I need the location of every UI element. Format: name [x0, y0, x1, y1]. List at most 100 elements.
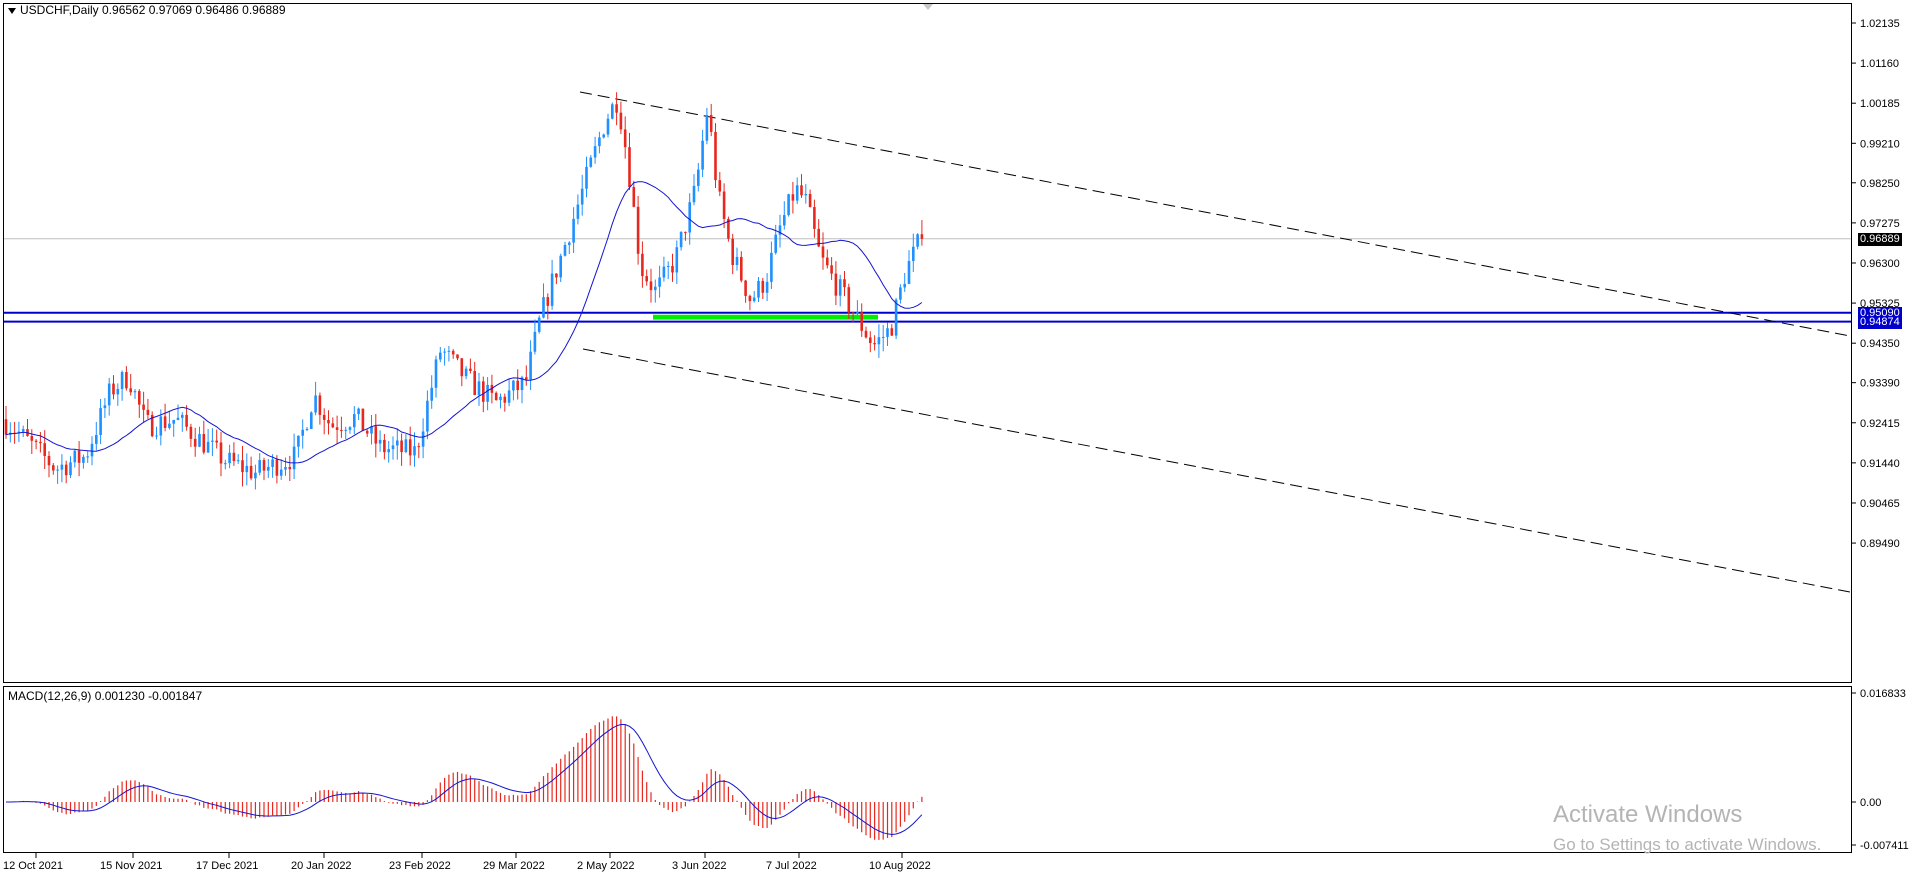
candle-body: [21, 429, 25, 432]
date-tick-label: 12 Oct 2021: [3, 860, 63, 872]
date-tick-label: 17 Dec 2021: [196, 860, 258, 872]
candle-body: [185, 414, 188, 427]
date-tick-label: 20 Jan 2022: [291, 860, 352, 872]
candle-body: [430, 387, 433, 401]
candle-body: [47, 455, 51, 466]
trendline-lower: [582, 348, 1851, 593]
candle-body: [138, 391, 141, 405]
candle-body: [559, 255, 562, 278]
candle-body: [391, 445, 395, 450]
symbol-header: USDCHF,Daily 0.96562 0.97069 0.96486 0.9…: [8, 3, 286, 17]
candle-body: [589, 157, 593, 167]
date-tick-label: 10 Aug 2022: [869, 860, 931, 872]
candle-body: [512, 380, 515, 391]
candle-body: [56, 469, 59, 471]
candle-body: [322, 414, 326, 420]
candle-body: [353, 414, 356, 428]
candle-body: [43, 443, 46, 456]
hline-price-tag-lower: 0.94874: [1858, 315, 1902, 329]
candle-body: [318, 395, 322, 415]
candle-body: [215, 440, 218, 443]
current-price-tag: 0.96889: [1858, 232, 1902, 246]
candle-body: [206, 441, 210, 453]
activate-windows-subtitle: Go to Settings to activate Windows.: [1553, 835, 1822, 854]
macd-tick-label: 0.016833: [1860, 688, 1906, 700]
candle-body: [568, 242, 571, 245]
candle-body: [494, 392, 498, 401]
candle-body: [830, 265, 833, 274]
candle-body: [219, 442, 223, 464]
candle-body: [503, 396, 507, 403]
candle-body: [163, 416, 167, 428]
candle-body: [550, 273, 554, 306]
candle-body: [894, 299, 898, 336]
candle-body: [314, 395, 317, 413]
candle-body: [808, 193, 812, 208]
candle-body: [692, 185, 696, 203]
candle-body: [365, 430, 369, 434]
candle-body: [482, 381, 485, 402]
candle-body: [593, 146, 597, 158]
candle-body: [886, 328, 889, 337]
candle-body: [60, 464, 64, 470]
price-tick-label: 0.94350: [1860, 338, 1900, 350]
macd-tick-label: 0.00: [1860, 797, 1881, 809]
candle-body: [851, 312, 855, 314]
candle-body: [731, 238, 734, 265]
candle-body: [258, 460, 261, 473]
candle-body: [292, 446, 296, 470]
candle-body: [843, 279, 846, 288]
candle-body: [877, 337, 881, 345]
collapse-triangle-icon[interactable]: [8, 7, 16, 14]
symbol-info: USDCHF,Daily 0.96562 0.97069 0.96486 0.9…: [20, 3, 286, 17]
candle-body: [254, 472, 257, 479]
candle-body: [860, 312, 863, 331]
candle-body: [744, 280, 747, 296]
date-tick-label: 3 Jun 2022: [672, 860, 726, 872]
candle-body: [563, 244, 567, 256]
candle-body: [426, 400, 429, 432]
candle-body: [103, 405, 107, 409]
candle-body: [757, 280, 760, 298]
scroll-marker-icon[interactable]: [923, 4, 933, 10]
candle-body: [400, 440, 403, 453]
candle-body: [129, 388, 132, 393]
price-tick-label: 0.96300: [1860, 258, 1900, 270]
candle-body: [800, 185, 803, 196]
candle-body: [542, 297, 545, 318]
price-tick-label: 0.97275: [1860, 218, 1900, 230]
candle-body: [434, 359, 438, 388]
candle-body: [666, 265, 670, 267]
candle-body: [649, 281, 653, 291]
candle-body: [606, 118, 610, 135]
candle-body: [864, 330, 868, 338]
candle-body: [783, 215, 786, 226]
candle-body: [795, 185, 799, 201]
candle-body: [245, 465, 249, 473]
candle-body: [735, 256, 739, 265]
candle-body: [701, 140, 704, 170]
candle-body: [774, 234, 777, 253]
candle-body: [439, 352, 442, 360]
candle-body: [112, 383, 115, 395]
candle-body: [752, 297, 756, 302]
candle-body: [912, 246, 915, 261]
candle-body: [275, 459, 279, 476]
price-tick-label: 0.90465: [1860, 498, 1900, 510]
macd-label: MACD(12,26,9) 0.001230 -0.001847: [8, 689, 203, 703]
candle-body: [77, 450, 81, 463]
candle-body: [473, 370, 476, 396]
candle-body: [684, 231, 687, 233]
candle-body: [821, 246, 825, 258]
candle-body: [525, 377, 528, 380]
candle-body: [533, 331, 537, 352]
chart-canvas[interactable]: 1.02135 1.01160 1.00185 0.99210 0.98250 0.972…: [0, 0, 1919, 877]
candle-body: [619, 112, 623, 130]
candle-body: [198, 433, 201, 447]
candle-body: [305, 428, 309, 430]
candle-body: [645, 276, 648, 282]
candle-body: [881, 336, 885, 338]
candle-body: [628, 147, 631, 188]
date-tick-label: 23 Feb 2022: [389, 860, 451, 872]
candle-body: [856, 312, 859, 314]
